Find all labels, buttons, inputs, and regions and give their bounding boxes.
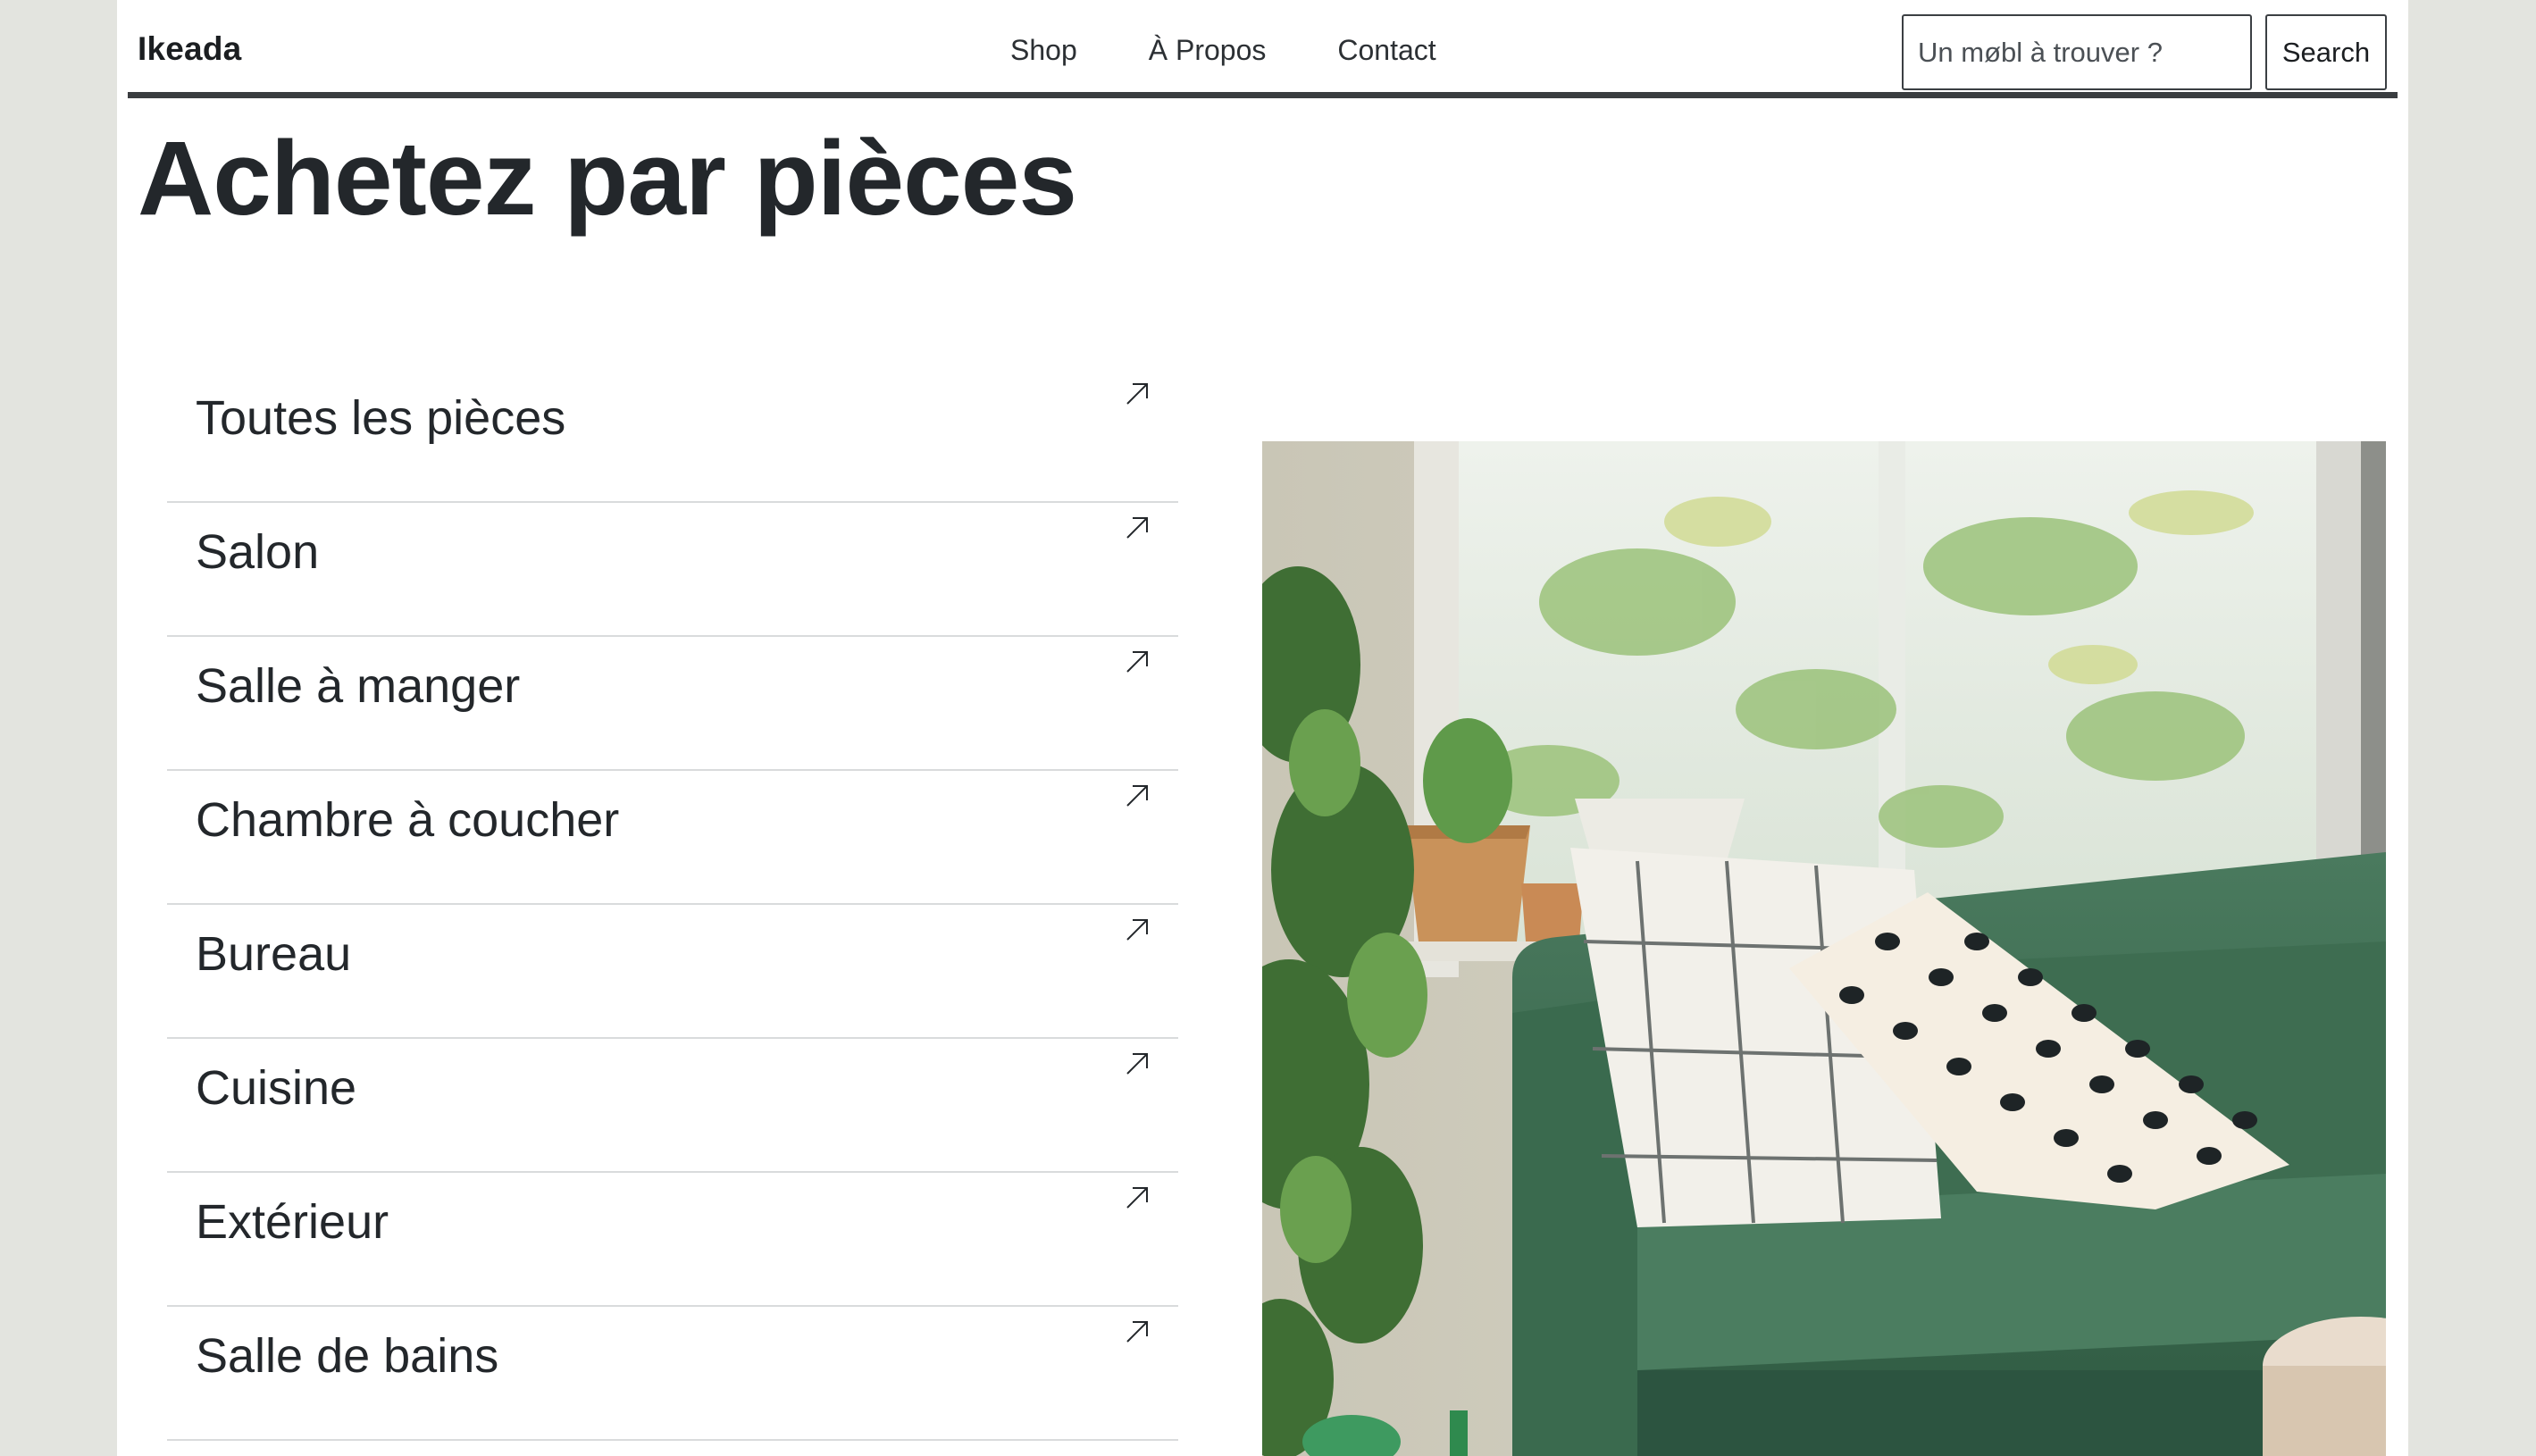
search-input[interactable]: [1902, 14, 2252, 90]
room-link-all[interactable]: Toutes les pièces: [167, 369, 1178, 503]
search-button[interactable]: Search: [2265, 14, 2387, 90]
arrow-up-right-icon: [1126, 651, 1148, 673]
room-link-exterieur[interactable]: Extérieur: [167, 1173, 1178, 1307]
arrow-up-right-icon: [1126, 919, 1148, 941]
room-link-salle-a-manger[interactable]: Salle à manger: [167, 637, 1178, 771]
arrow-up-right-icon: [1126, 1321, 1148, 1343]
room-label: Extérieur: [196, 1195, 389, 1249]
main-nav: Shop À Propos Contact: [1010, 34, 1436, 67]
page-title: Achetez par pièces: [138, 120, 1077, 238]
room-link-cuisine[interactable]: Cuisine: [167, 1039, 1178, 1173]
room-label: Toutes les pièces: [196, 391, 566, 445]
room-label: Cuisine: [196, 1061, 357, 1115]
arrow-up-right-icon: [1126, 785, 1148, 807]
room-label: Chambre à coucher: [196, 793, 620, 847]
room-label: Salle de bains: [196, 1329, 499, 1383]
arrow-up-right-icon: [1126, 1187, 1148, 1209]
arrow-up-right-icon: [1126, 1053, 1148, 1075]
room-link-salon[interactable]: Salon: [167, 503, 1178, 637]
room-label: Salle à manger: [196, 659, 521, 713]
hero-image: [1262, 441, 2386, 1456]
room-list: Toutes les pièces Salon Salle à manger C…: [167, 369, 1178, 1441]
site-header: Ikeada Shop À Propos Contact Search: [128, 0, 2398, 98]
room-link-chambre[interactable]: Chambre à coucher: [167, 771, 1178, 905]
site-logo[interactable]: Ikeada: [138, 30, 241, 68]
nav-link-contact[interactable]: Contact: [1337, 34, 1435, 67]
room-link-bureau[interactable]: Bureau: [167, 905, 1178, 1039]
nav-link-about[interactable]: À Propos: [1149, 34, 1267, 67]
room-link-salle-de-bains[interactable]: Salle de bains: [167, 1307, 1178, 1441]
nav-link-shop[interactable]: Shop: [1010, 34, 1077, 67]
room-label: Salon: [196, 525, 320, 579]
arrow-up-right-icon: [1126, 517, 1148, 539]
arrow-up-right-icon: [1126, 383, 1148, 405]
page-container: Ikeada Shop À Propos Contact Search Ache…: [117, 0, 2408, 1456]
living-room-illustration: [1262, 441, 2386, 1456]
room-label: Bureau: [196, 927, 352, 981]
